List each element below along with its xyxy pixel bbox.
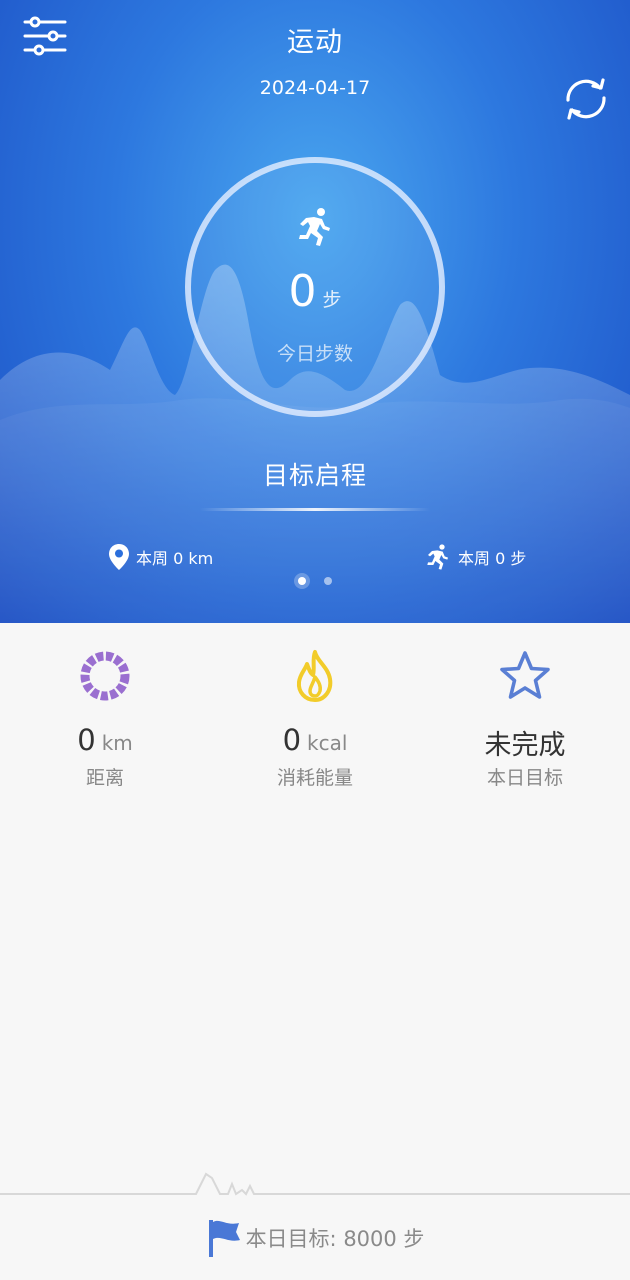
flame-icon <box>296 650 333 702</box>
goal-status-row: 未完成 <box>420 723 630 762</box>
weekly-distance: 本周 0 km <box>108 542 213 572</box>
stat-daily-goal[interactable]: 未完成 本日目标 <box>420 623 630 823</box>
goal-label: 本日目标 <box>486 767 563 789</box>
flag-icon <box>208 1220 240 1257</box>
stat-calories[interactable]: 0 kcal 消耗能量 <box>210 623 420 823</box>
distance-label: 距离 <box>85 767 124 789</box>
date-label[interactable]: 2024-04-17 <box>0 77 630 99</box>
distance-value: 0 <box>77 723 96 757</box>
page-indicator <box>0 572 630 590</box>
goal-divider <box>200 508 430 511</box>
calories-value: 0 <box>282 723 302 757</box>
screen: 运动 2024-04-17 0步 今日步数 目标启程 本周 0 km 本周 0 … <box>0 0 630 1280</box>
page-dot-1[interactable] <box>298 577 306 585</box>
steps-row: 0步 <box>0 266 630 317</box>
progress-ring-icon <box>80 651 130 701</box>
steps-caption: 今日步数 <box>276 343 353 365</box>
distance-value-row: 0 km <box>0 723 210 757</box>
page-dot-2[interactable] <box>324 577 332 585</box>
stat-distance[interactable]: 0 km 距离 <box>0 623 210 823</box>
weekly-distance-label: 本周 0 km <box>136 549 214 568</box>
daily-goal-text: 本日目标: 8000 步 <box>245 1227 425 1251</box>
steps-value: 0 <box>288 266 317 317</box>
calories-unit: kcal <box>307 731 348 755</box>
calories-label: 消耗能量 <box>276 767 353 789</box>
distance-unit: km <box>101 731 133 755</box>
daily-goal-footer[interactable]: 本日目标: 8000 步 <box>0 1218 630 1258</box>
location-pin-icon <box>109 544 129 570</box>
steps-unit: 步 <box>322 289 342 311</box>
runner-small-icon <box>427 544 448 570</box>
heartbeat-line <box>0 1172 630 1196</box>
runner-icon <box>299 208 330 246</box>
weekly-steps: 本周 0 步 <box>424 542 526 572</box>
page-title: 运动 <box>287 27 343 58</box>
goal-start-label[interactable]: 目标启程 <box>0 456 630 492</box>
sync-icon[interactable] <box>560 76 612 122</box>
calories-value-row: 0 kcal <box>210 723 420 757</box>
hero-panel: 运动 2024-04-17 0步 今日步数 目标启程 本周 0 km 本周 0 … <box>0 0 630 623</box>
star-icon <box>500 651 550 699</box>
stats-row: 0 km 距离 0 kcal 消耗能量 未完成 本日目标 <box>0 623 630 823</box>
goal-status: 未完成 <box>484 730 566 761</box>
weekly-steps-label: 本周 0 步 <box>458 549 527 568</box>
